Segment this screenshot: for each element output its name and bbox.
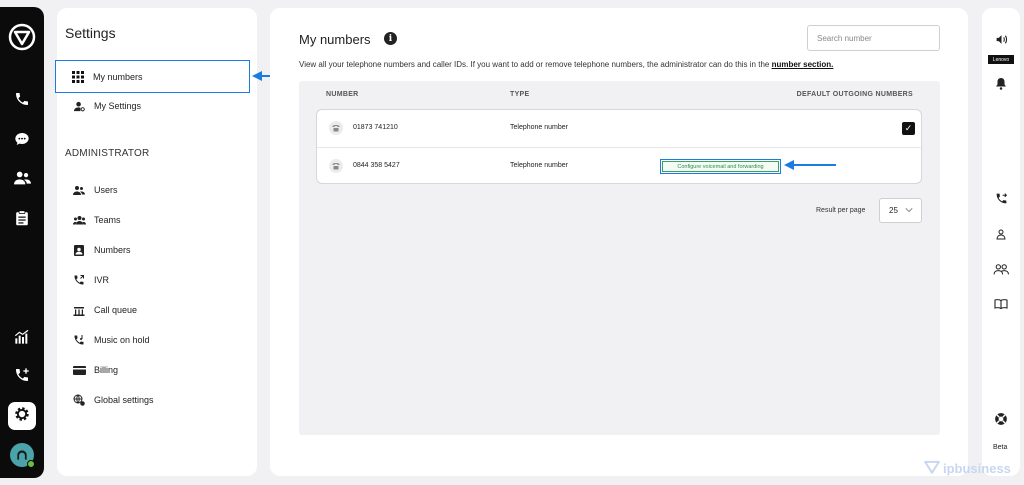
page-description: View all your telephone numbers and call… — [299, 60, 833, 69]
stats-icon[interactable] — [12, 327, 32, 347]
search-input[interactable] — [807, 25, 940, 51]
nav-global-settings[interactable]: Global settings — [57, 385, 257, 415]
nav-users[interactable]: Users — [57, 175, 257, 205]
nav-label: Users — [94, 185, 118, 195]
results-per-page-select[interactable]: 25 — [879, 198, 922, 223]
number-section-link[interactable]: number section. — [772, 60, 834, 69]
nav-teams[interactable]: Teams — [57, 205, 257, 235]
phone-number: 01873 741210 — [353, 124, 398, 131]
nav-billing[interactable]: Billing — [57, 355, 257, 385]
nav-call-queue[interactable]: Call queue — [57, 295, 257, 325]
call-transfer-icon[interactable] — [993, 190, 1009, 206]
results-per-page-label: Result per page — [816, 207, 866, 214]
beta-label: Beta — [993, 444, 1008, 451]
annotation-arrow-configure — [784, 160, 836, 170]
nav-my-numbers[interactable]: My numbers — [55, 60, 250, 93]
bell-icon[interactable] — [993, 75, 1009, 91]
table-row: 01873 741210 Telephone number ✓ — [317, 110, 923, 147]
desk-phone-icon — [329, 159, 343, 173]
nav-music-on-hold[interactable]: Music on hold — [57, 325, 257, 355]
gear-icon — [13, 405, 31, 428]
globe-gear-icon — [72, 393, 86, 407]
number-type: Telephone number — [510, 124, 568, 131]
configure-voicemail-button[interactable]: Configure voicemail and forwarding — [660, 159, 781, 174]
number-type: Telephone number — [510, 162, 568, 169]
credit-card-icon — [72, 363, 86, 377]
table-rows: 01873 741210 Telephone number ✓ 0844 358… — [316, 109, 923, 184]
music-phone-icon — [72, 333, 86, 347]
grid-icon — [71, 70, 85, 84]
online-status-dot — [27, 460, 35, 468]
description-text: View all your telephone numbers and call… — [299, 60, 772, 69]
administrator-header: ADMINISTRATOR — [65, 148, 150, 159]
notes-icon[interactable] — [12, 208, 32, 228]
users-icon — [72, 183, 86, 197]
right-rail: Lenovo Beta — [982, 8, 1020, 476]
user-gear-icon — [72, 99, 86, 113]
help-lifebuoy-icon[interactable] — [993, 411, 1009, 427]
app-logo-icon[interactable] — [8, 23, 36, 51]
column-header-number: NUMBER — [326, 91, 359, 98]
watermark-logo-icon — [924, 460, 940, 477]
info-icon[interactable]: i — [384, 32, 397, 45]
nav-label: Teams — [94, 215, 121, 225]
configure-label: Configure voicemail and forwarding — [662, 161, 779, 172]
nav-label: My numbers — [93, 71, 143, 82]
settings-title: Settings — [65, 25, 116, 41]
desk-phone-icon — [329, 121, 343, 135]
rpp-value: 25 — [889, 206, 898, 215]
settings-gear-button[interactable] — [8, 402, 36, 430]
group-icon[interactable] — [993, 261, 1009, 277]
speaker-icon[interactable] — [993, 31, 1009, 47]
nav-label: Call queue — [94, 305, 138, 315]
book-icon[interactable] — [993, 296, 1009, 312]
nav-numbers[interactable]: Numbers — [57, 235, 257, 265]
add-call-icon[interactable] — [12, 365, 32, 385]
nav-label: Music on hold — [94, 335, 150, 345]
nav-label: Numbers — [94, 245, 131, 255]
user-avatar[interactable] — [10, 443, 35, 468]
nav-my-settings[interactable]: My Settings — [57, 91, 257, 121]
teams-icon — [72, 213, 86, 227]
watermark-text: ipbusiness — [943, 461, 1011, 476]
default-outgoing-checkbox[interactable]: ✓ — [902, 122, 915, 135]
contact-card-icon — [72, 243, 86, 257]
column-header-type: TYPE — [510, 91, 530, 98]
chevron-down-icon — [905, 206, 913, 216]
numbers-table: NUMBER TYPE DEFAULT OUTGOING NUMBERS 018… — [299, 81, 940, 435]
chat-icon[interactable] — [12, 129, 32, 149]
page-title: My numbers — [299, 32, 371, 47]
ivr-icon — [72, 273, 86, 287]
check-icon: ✓ — [904, 123, 913, 133]
main-panel: My numbers i View all your telephone num… — [270, 8, 968, 476]
contacts-icon[interactable] — [12, 168, 32, 188]
call-queue-icon — [72, 303, 86, 317]
column-header-default: DEFAULT OUTGOING NUMBERS — [796, 91, 913, 98]
nav-label: Billing — [94, 365, 119, 375]
phone-icon[interactable] — [12, 89, 32, 109]
ipbusiness-watermark: ipbusiness — [924, 460, 1011, 477]
person-icon[interactable] — [993, 226, 1009, 242]
settings-panel: Settings My numbers My Settings ADMINIST… — [55, 8, 257, 476]
lenovo-device-badge: Lenovo — [988, 55, 1014, 64]
app-rail — [0, 7, 44, 478]
phone-number: 0844 358 5427 — [353, 162, 400, 169]
nav-label: My Settings — [94, 101, 142, 111]
nav-ivr[interactable]: IVR — [57, 265, 257, 295]
nav-label: Global settings — [94, 395, 154, 405]
nav-label: IVR — [94, 275, 110, 285]
